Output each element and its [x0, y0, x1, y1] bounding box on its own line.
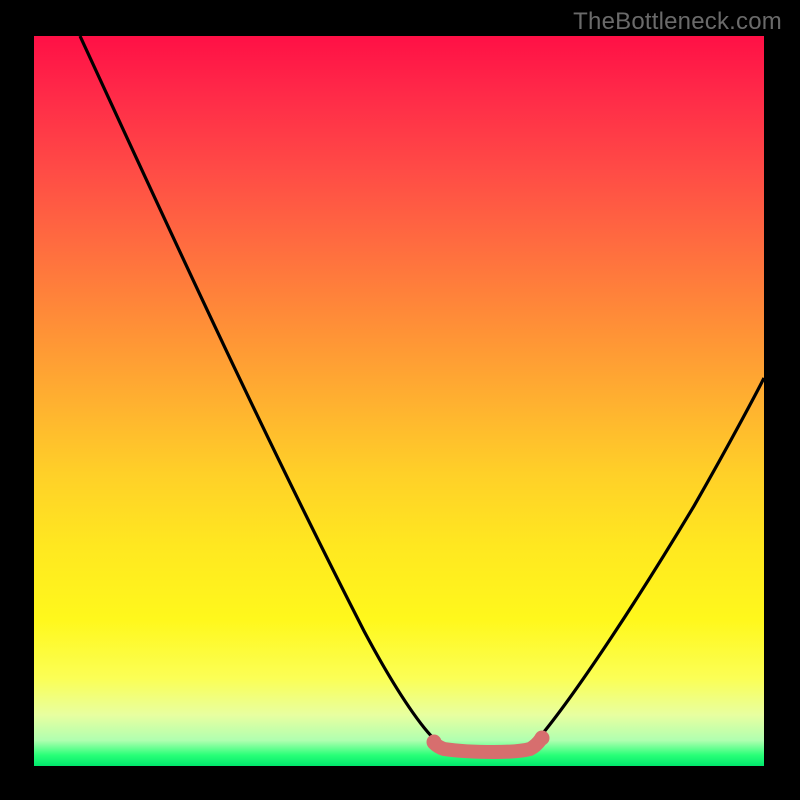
chart-frame: TheBottleneck.com: [0, 0, 800, 800]
flat-minimum-marker: [434, 739, 541, 752]
bottleneck-curve-line: [80, 36, 764, 751]
flat-minimum-endpoint-right: [535, 731, 550, 746]
bottleneck-curve-svg: [34, 36, 764, 766]
plot-area: [34, 36, 764, 766]
watermark-text: TheBottleneck.com: [573, 8, 782, 36]
flat-minimum-endpoint-left: [427, 735, 442, 750]
